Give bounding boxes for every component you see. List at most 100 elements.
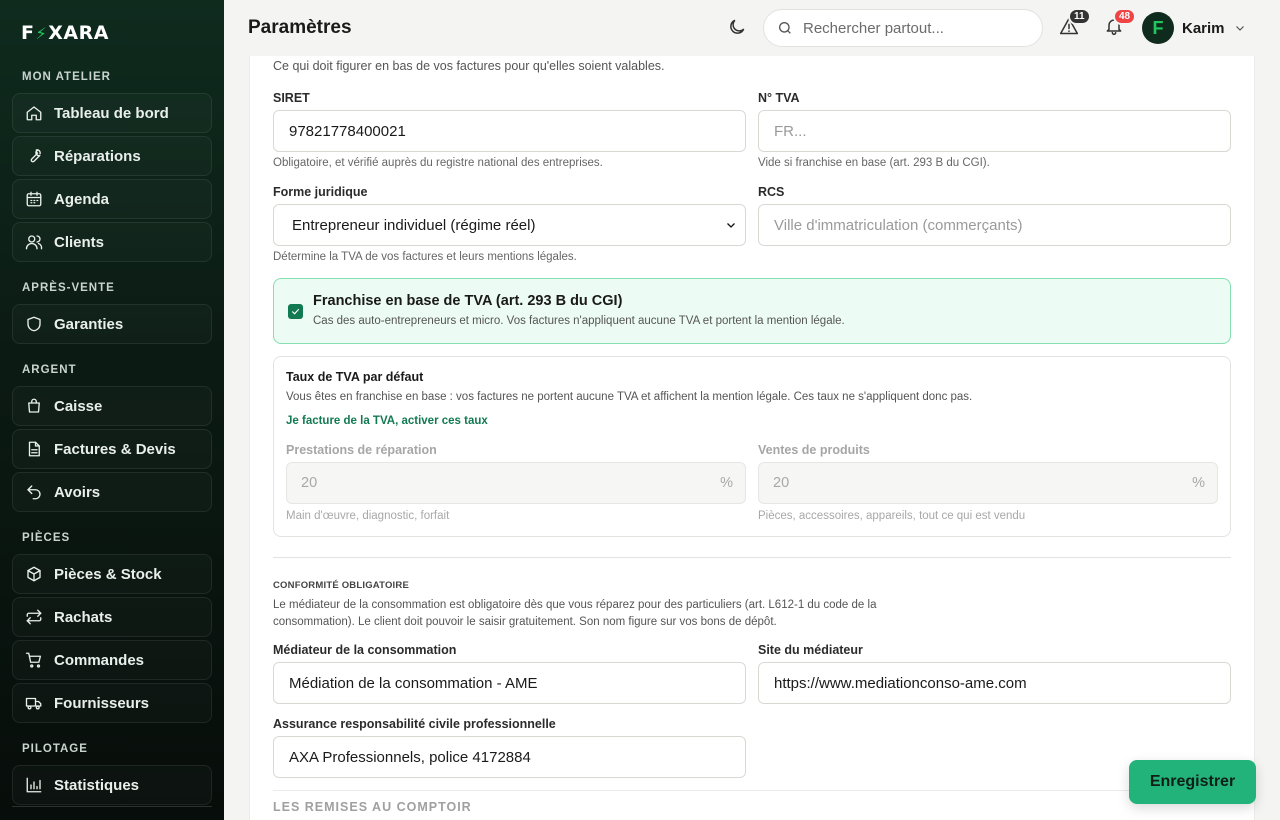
mediator-site-label: Site du médiateur: [758, 643, 863, 657]
sidebar-item-label: Pièces & Stock: [54, 565, 162, 583]
tva-rates-description: Vous êtes en franchise en base : vos fac…: [286, 391, 973, 403]
truck-icon: [25, 694, 43, 712]
undo-icon: [25, 483, 43, 501]
sidebar-item-orders[interactable]: Commandes: [12, 640, 212, 680]
user-menu[interactable]: F Karim: [1142, 12, 1248, 44]
app-logo[interactable]: F ⚡ XARA: [21, 20, 212, 46]
shield-icon: [25, 315, 43, 333]
tva-number-label: N° TVA: [758, 91, 800, 105]
compliance-caption: CONFORMITÉ OBLIGATOIRE: [273, 580, 409, 591]
avatar: F: [1142, 12, 1174, 44]
section-divider: [273, 557, 1231, 558]
sidebar-item-label: Agenda: [54, 190, 110, 208]
sidebar-item-label: Factures & Devis: [54, 440, 176, 458]
tva-number-input[interactable]: [758, 110, 1231, 152]
home-icon: [25, 104, 43, 122]
logo-text-left: F: [21, 22, 35, 44]
global-search[interactable]: [763, 9, 1043, 47]
enable-tva-link[interactable]: Je facture de la TVA, activer ces taux: [286, 415, 488, 427]
wrench-icon: [25, 147, 43, 165]
insurance-input[interactable]: [273, 736, 746, 778]
topbar: Paramètres 11 48 F Karim: [224, 0, 1280, 56]
register-icon: [25, 397, 43, 415]
sidebar-item-dashboard[interactable]: Tableau de bord: [12, 93, 212, 133]
services-rate-help: Main d'œuvre, diagnostic, forfait: [286, 510, 450, 522]
siret-help: Obligatoire, et vérifié auprès du regist…: [273, 157, 603, 169]
save-button[interactable]: Enregistrer: [1129, 760, 1256, 804]
franchise-checkbox[interactable]: [288, 304, 303, 319]
sidebar: F ⚡ XARA MON ATELIER Tableau de bord Répar…: [0, 0, 224, 820]
document-icon: [25, 440, 43, 458]
products-rate-value: 20: [773, 475, 790, 491]
moon-icon[interactable]: [727, 17, 749, 39]
next-section-title: LES REMISES AU COMPTOIR: [273, 800, 472, 814]
products-rate-label: Ventes de produits: [758, 443, 870, 457]
sidebar-item-clients[interactable]: Clients: [12, 222, 212, 262]
percent-suffix: %: [1192, 475, 1205, 491]
cart-icon: [25, 651, 43, 669]
mediator-site-input[interactable]: [758, 662, 1231, 704]
check-icon: [291, 308, 300, 315]
sidebar-item-label: Commandes: [54, 651, 145, 669]
bolt-icon: ⚡: [35, 23, 48, 43]
legal-form-help: Détermine la TVA de vos factures et leur…: [273, 251, 577, 263]
sidebar-item-agenda[interactable]: Agenda: [12, 179, 212, 219]
nav-section-title: PILOTAGE: [22, 743, 88, 755]
rcs-label: RCS: [758, 185, 785, 199]
nav-section-title: APRÈS-VENTE: [22, 282, 115, 294]
percent-suffix: %: [720, 475, 733, 491]
sidebar-item-label: Réparations: [54, 147, 141, 165]
sidebar-item-parts-stock[interactable]: Pièces & Stock: [12, 554, 212, 594]
sidebar-item-label: Garanties: [54, 315, 124, 333]
siret-label: SIRET: [273, 91, 310, 105]
products-rate-help: Pièces, accessoires, appareils, tout ce …: [758, 510, 1026, 522]
chevron-down-icon: [1234, 21, 1248, 35]
section-divider: [273, 790, 1231, 791]
sidebar-item-warranties[interactable]: Garanties: [12, 304, 212, 344]
franchise-description: Cas des auto-entrepreneurs et micro. Vos…: [313, 315, 845, 327]
notifications-button[interactable]: 48: [1104, 8, 1137, 40]
sidebar-item-suppliers[interactable]: Fournisseurs: [12, 683, 212, 723]
nav-section-title: PIÈCES: [22, 532, 71, 544]
tva-number-help: Vide si franchise en base (art. 293 B du…: [758, 157, 990, 169]
sidebar-item-credit-notes[interactable]: Avoirs: [12, 472, 212, 512]
sidebar-item-register[interactable]: Caisse: [12, 386, 212, 426]
services-rate-input[interactable]: 20 %: [286, 462, 746, 504]
legal-form-label: Forme juridique: [273, 185, 368, 199]
calendar-icon: [25, 190, 43, 208]
legal-intro-text: Ce qui doit figurer en bas de vos factur…: [273, 59, 665, 73]
legal-form-value: Entrepreneur individuel (régime réel): [292, 216, 536, 234]
sidebar-item-label: Avoirs: [54, 483, 101, 501]
sidebar-item-buybacks[interactable]: Rachats: [12, 597, 212, 637]
sidebar-item-label: Tableau de bord: [54, 104, 169, 122]
search-icon: [779, 22, 791, 34]
chevron-down-icon: [727, 223, 735, 228]
franchise-tva-option[interactable]: Franchise en base de TVA (art. 293 B du …: [273, 278, 1231, 344]
siret-input[interactable]: [273, 110, 746, 152]
sidebar-item-label: Clients: [54, 233, 105, 251]
search-input[interactable]: [803, 19, 1023, 37]
default-tva-rates-panel: Taux de TVA par défaut Vous êtes en fran…: [273, 356, 1231, 537]
nav-section-title: MON ATELIER: [22, 71, 111, 83]
nav-section-title: ARGENT: [22, 364, 77, 376]
legal-form-select[interactable]: Entrepreneur individuel (régime réel): [273, 204, 746, 246]
page-title: Paramètres: [248, 17, 352, 38]
sidebar-item-invoices[interactable]: Factures & Devis: [12, 429, 212, 469]
sidebar-item-statistics[interactable]: Statistiques: [12, 765, 212, 805]
alerts-badge: 11: [1068, 8, 1091, 25]
products-rate-input[interactable]: 20 %: [758, 462, 1218, 504]
services-rate-label: Prestations de réparation: [286, 443, 437, 457]
sidebar-item-repairs[interactable]: Réparations: [12, 136, 212, 176]
mediator-input[interactable]: [273, 662, 746, 704]
notifications-badge: 48: [1113, 8, 1137, 25]
swap-icon: [25, 608, 43, 626]
box-icon: [25, 565, 43, 583]
sidebar-item-label: Statistiques: [54, 776, 140, 794]
chart-icon: [25, 776, 43, 794]
alerts-button[interactable]: 11: [1059, 8, 1091, 40]
tva-rates-title: Taux de TVA par défaut: [286, 370, 424, 384]
rcs-input[interactable]: [758, 204, 1231, 246]
franchise-title: Franchise en base de TVA (art. 293 B du …: [313, 293, 623, 309]
sidebar-item-label: Rachats: [54, 608, 113, 626]
sidebar-item-label: Caisse: [54, 397, 103, 415]
